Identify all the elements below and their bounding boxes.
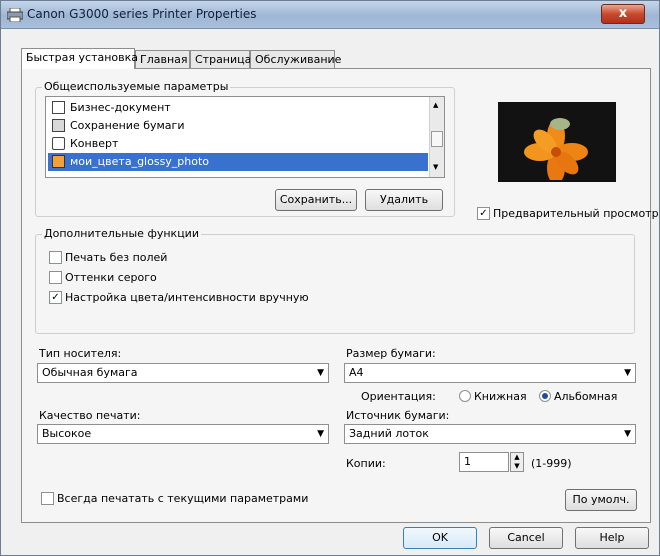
scroll-thumb[interactable]: [431, 131, 443, 147]
tab-page[interactable]: Страница: [190, 50, 251, 68]
dropdown-arrow-icon: ▼: [317, 429, 324, 439]
copies-spinner[interactable]: ▲ ▼: [510, 452, 524, 472]
photo-icon: [52, 155, 65, 168]
orientation-landscape-radio[interactable]: Альбомная: [539, 390, 617, 403]
help-button[interactable]: Help: [575, 527, 649, 549]
list-item-label: Бизнес-документ: [70, 101, 171, 114]
media-type-select[interactable]: Обычная бумага ▼: [37, 363, 329, 383]
list-item-label: Конверт: [70, 137, 119, 150]
copies-range: (1-999): [531, 457, 572, 470]
tab-main[interactable]: Главная: [135, 50, 190, 68]
grayscale-checkbox[interactable]: Оттенки серого: [49, 271, 157, 285]
manual-color-checkbox[interactable]: ✓ Настройка цвета/интенсивности вручную: [49, 291, 309, 305]
document-icon: [52, 101, 65, 114]
window-title: Canon G3000 series Printer Properties: [27, 7, 257, 21]
paper-size-value: A4: [349, 366, 364, 379]
scroll-up-icon[interactable]: ▲: [433, 101, 438, 109]
list-item-label: Сохранение бумаги: [70, 119, 185, 132]
dropdown-arrow-icon: ▼: [624, 429, 631, 439]
orientation-label: Ориентация:: [361, 390, 436, 403]
common-settings-label: Общеиспользуемые параметры: [42, 80, 231, 93]
list-item[interactable]: Бизнес-документ: [48, 99, 428, 117]
scroll-down-icon[interactable]: ▼: [433, 163, 438, 171]
borderless-label: Печать без полей: [65, 251, 168, 264]
print-quality-select[interactable]: Высокое ▼: [37, 424, 329, 444]
checkbox-unchecked-icon[interactable]: [49, 271, 62, 284]
spin-down-icon[interactable]: ▼: [511, 462, 523, 471]
list-scrollbar[interactable]: ▲ ▼: [429, 97, 444, 177]
checkbox-checked-icon[interactable]: ✓: [477, 207, 490, 220]
borderless-checkbox[interactable]: Печать без полей: [49, 251, 167, 265]
close-icon: x: [618, 6, 628, 21]
paper-source-select[interactable]: Задний лоток ▼: [344, 424, 636, 444]
always-print-checkbox[interactable]: Всегда печатать с текущими параметрами: [41, 492, 308, 506]
flower-photo-icon: [500, 104, 614, 184]
list-item-selected[interactable]: мои_цвета_glossy_photo: [48, 153, 428, 171]
close-button[interactable]: x: [601, 4, 645, 24]
orientation-portrait-radio[interactable]: Книжная: [459, 390, 527, 403]
portrait-label: Книжная: [474, 390, 527, 403]
paper-source-label: Источник бумаги:: [346, 409, 450, 422]
manual-color-label: Настройка цвета/интенсивности вручную: [65, 291, 309, 304]
checkbox-checked-icon[interactable]: ✓: [49, 291, 62, 304]
defaults-button[interactable]: По умолч.: [565, 489, 637, 511]
printer-properties-window: Canon G3000 series Printer Properties x …: [0, 0, 660, 556]
list-item[interactable]: Сохранение бумаги: [48, 117, 428, 135]
preview-label: Предварительный просмотр: [493, 207, 659, 220]
print-quality-label: Качество печати:: [39, 409, 141, 422]
grayscale-label: Оттенки серого: [65, 271, 157, 284]
checkbox-unchecked-icon[interactable]: [49, 251, 62, 264]
dropdown-arrow-icon: ▼: [624, 368, 631, 378]
landscape-label: Альбомная: [554, 390, 618, 403]
radio-unselected-icon[interactable]: [459, 390, 471, 402]
delete-button[interactable]: Удалить: [365, 189, 443, 211]
media-type-label: Тип носителя:: [39, 347, 122, 360]
media-type-value: Обычная бумага: [42, 366, 138, 379]
preview-image: [498, 102, 616, 184]
print-quality-value: Высокое: [42, 427, 92, 440]
title-bar[interactable]: Canon G3000 series Printer Properties x: [1, 1, 659, 29]
copies-input[interactable]: 1: [459, 452, 509, 472]
paper-size-label: Размер бумаги:: [346, 347, 436, 360]
tab-maintenance[interactable]: Обслуживание: [250, 50, 341, 68]
paper-save-icon: [52, 119, 65, 132]
radio-selected-icon[interactable]: [539, 390, 551, 402]
spin-up-icon[interactable]: ▲: [511, 453, 523, 462]
paper-size-select[interactable]: A4 ▼: [344, 363, 636, 383]
ok-button[interactable]: OK: [403, 527, 477, 549]
always-print-label: Всегда печатать с текущими параметрами: [57, 492, 309, 505]
envelope-icon: [52, 137, 65, 150]
tab-quick-setup[interactable]: Быстрая установка: [21, 48, 138, 69]
cancel-button[interactable]: Cancel: [489, 527, 563, 549]
checkbox-unchecked-icon[interactable]: [41, 492, 54, 505]
extra-functions-label: Дополнительные функции: [42, 227, 201, 240]
save-button[interactable]: Сохранить...: [275, 189, 357, 211]
copies-label: Копии:: [346, 457, 386, 470]
paper-source-value: Задний лоток: [349, 427, 429, 440]
printer-icon: [7, 8, 23, 22]
common-settings-list[interactable]: Бизнес-документ Сохранение бумаги Конвер…: [45, 96, 445, 178]
dropdown-arrow-icon: ▼: [317, 368, 324, 378]
list-item-label: мои_цвета_glossy_photo: [70, 155, 210, 168]
list-item[interactable]: Конверт: [48, 135, 428, 153]
preview-checkbox[interactable]: ✓ Предварительный просмотр: [477, 207, 659, 221]
